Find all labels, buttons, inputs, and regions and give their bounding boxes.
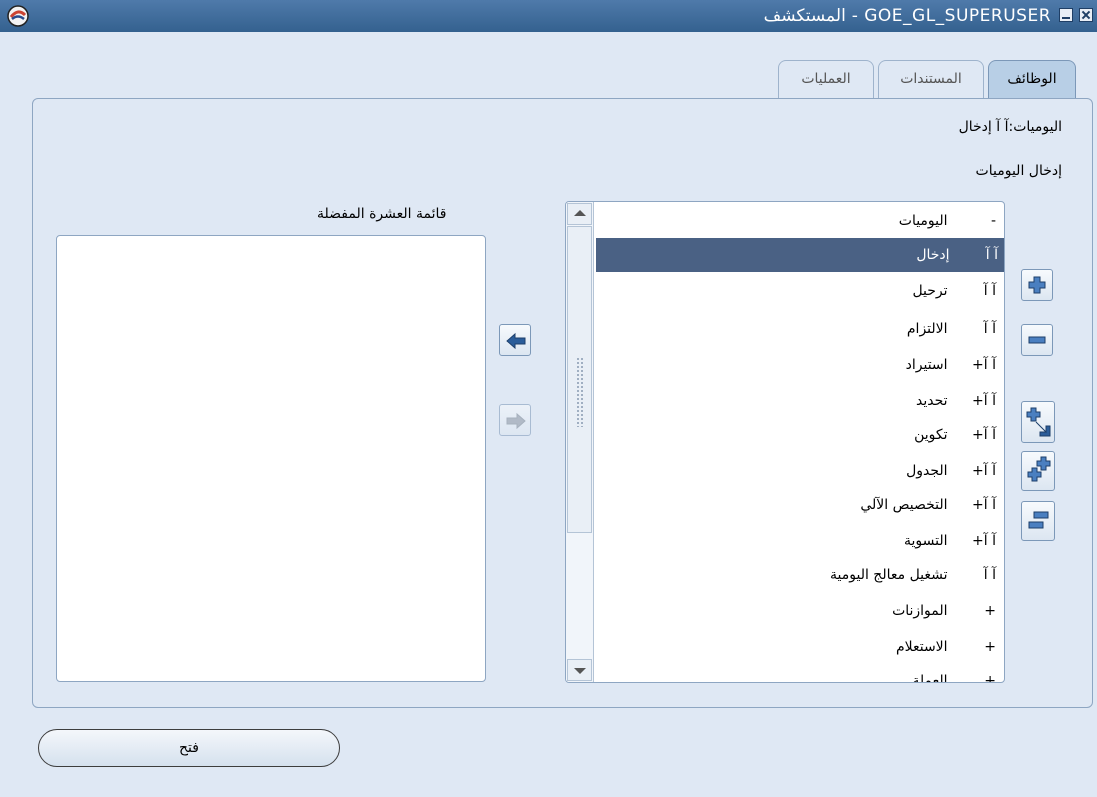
tree-item[interactable]: آ آ+ التسوية <box>904 524 996 558</box>
scroll-up-icon[interactable] <box>567 203 592 225</box>
expand-button[interactable] <box>1021 269 1053 301</box>
title-bar: GOE_GL_SUPERUSER - المستكشف <box>0 0 1097 32</box>
current-path-label: اليوميات:آ آ إدخال <box>958 119 1062 135</box>
favorites-title: قائمة العشرة المفضلة <box>317 206 447 222</box>
collapse-all-icon <box>1028 511 1049 529</box>
expand-all-button[interactable] <box>1021 451 1055 491</box>
close-icon[interactable] <box>1079 8 1093 22</box>
add-to-favorites-button[interactable] <box>499 324 531 356</box>
tree-item[interactable]: آ آ+ تحديد <box>916 384 996 418</box>
minimize-icon[interactable] <box>1059 8 1073 22</box>
plus-icon <box>1028 276 1046 294</box>
scroll-thumb[interactable] <box>567 226 592 533</box>
tab-functions[interactable]: الوظائف <box>988 60 1076 98</box>
tab-processes[interactable]: العمليات <box>778 60 874 98</box>
tree-item[interactable]: - اليوميات <box>899 204 996 238</box>
section-title: إدخال اليوميات <box>975 163 1062 179</box>
tree-item[interactable]: آ آ+ التخصيص الآلي <box>860 488 996 522</box>
minus-icon <box>1028 336 1046 344</box>
remove-from-favorites-button[interactable] <box>499 404 531 436</box>
expand-branch-icon <box>1026 407 1051 437</box>
arrow-right-icon <box>506 412 526 430</box>
expand-all-icon <box>1027 456 1051 482</box>
navigator-panel: اليوميات:آ آ إدخال إدخال اليوميات قائمة … <box>32 98 1093 708</box>
scroll-down-icon[interactable] <box>567 659 592 681</box>
function-tree[interactable]: - اليوميات آ آ إدخال آ آ ترحيل آ آ الالت… <box>565 201 1005 683</box>
tree-item[interactable]: آ آ تشغيل معالج اليومية <box>830 558 996 592</box>
tree-item[interactable]: آ آ+ استيراد <box>906 348 996 382</box>
collapse-all-button[interactable] <box>1021 501 1055 541</box>
tree-item[interactable]: آ آ+ الجدول <box>906 454 996 488</box>
collapse-button[interactable] <box>1021 324 1053 356</box>
tree-item[interactable]: + الاستعلام <box>896 630 996 664</box>
vertical-scrollbar[interactable] <box>566 202 594 682</box>
tree-item[interactable]: آ آ ترحيل <box>912 274 996 308</box>
tree-item[interactable]: + الموازنات <box>892 594 996 628</box>
tree-item[interactable]: آ آ+ تكوين <box>914 418 996 452</box>
window-title: GOE_GL_SUPERUSER - المستكشف <box>763 6 1051 26</box>
tab-documents[interactable]: المستندات <box>878 60 984 98</box>
open-button[interactable]: فتح <box>38 729 340 767</box>
favorites-list[interactable] <box>56 235 486 682</box>
tree-rows: - اليوميات آ آ إدخال آ آ ترحيل آ آ الالت… <box>596 202 1004 682</box>
expand-branch-button[interactable] <box>1021 401 1055 443</box>
tree-item[interactable]: + العملة <box>912 664 996 682</box>
arrow-left-icon <box>506 332 526 350</box>
app-logo-icon <box>7 5 29 27</box>
tree-item-selected[interactable]: آ آ إدخال <box>596 238 1004 272</box>
tree-item[interactable]: آ آ الالتزام <box>907 312 996 346</box>
